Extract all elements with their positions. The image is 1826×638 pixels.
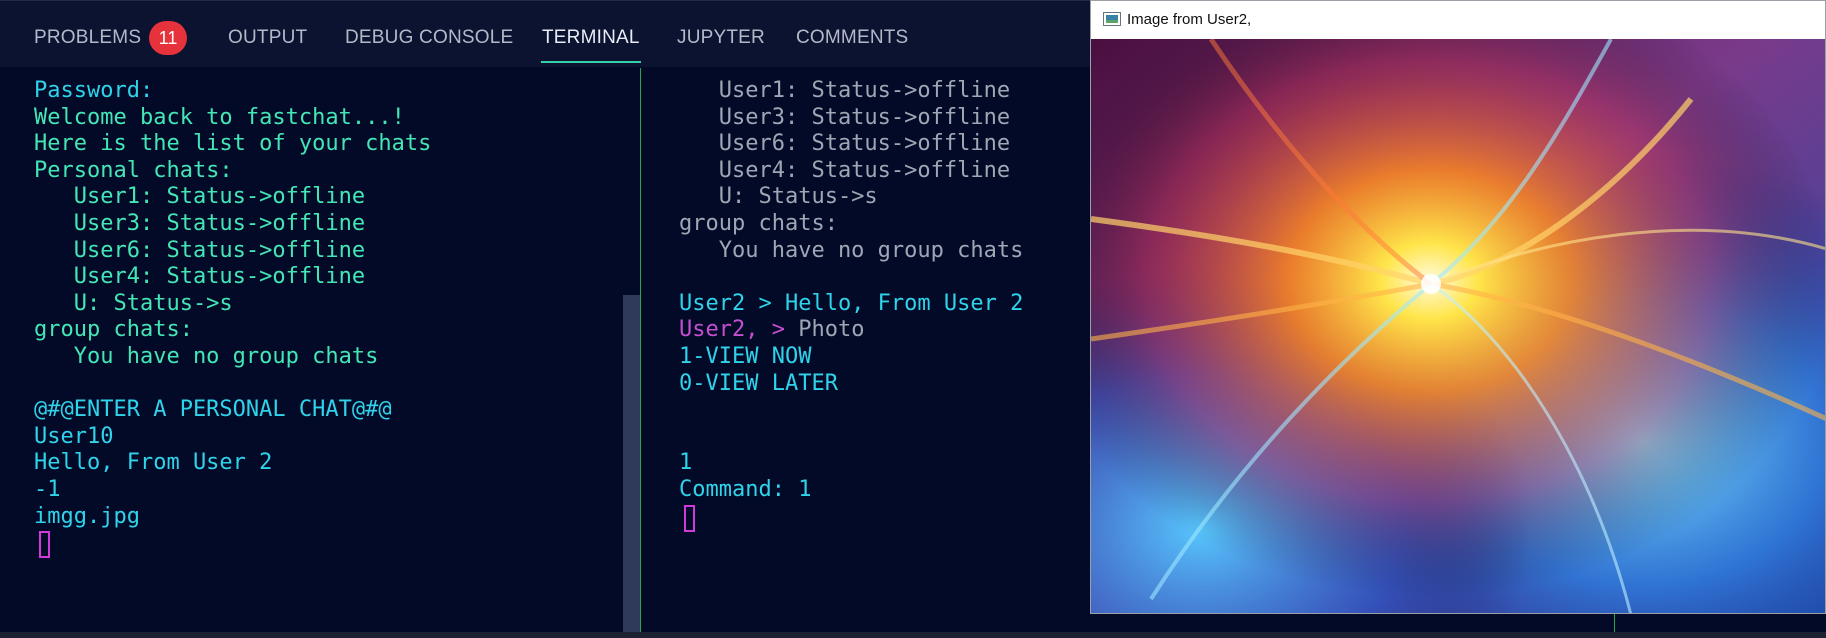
terminal-line: You have no group chats	[34, 344, 379, 369]
tab-comments[interactable]: COMMENTS	[796, 27, 908, 49]
image-window-title: Image from User2,	[1127, 11, 1252, 28]
image-window-titlebar[interactable]: Image from User2,	[1091, 1, 1825, 39]
terminal-line: 0-VIEW LATER	[679, 370, 838, 396]
terminal-line-segment: Photo	[798, 317, 865, 343]
terminal-line: imgg.jpg	[34, 503, 140, 529]
terminal-left-scrollbar[interactable]	[623, 295, 640, 632]
tab-jupyter[interactable]: JUPYTER	[677, 27, 765, 49]
terminal-pane-left[interactable]: Password: Welcome back to fastchat...! Her…	[0, 66, 638, 632]
tab-problems[interactable]: PROBLEMS	[34, 27, 141, 49]
terminal-line: You have no group chats	[679, 237, 1024, 263]
received-photo	[1091, 39, 1825, 613]
problems-count-badge: 11	[149, 21, 187, 55]
terminal-line: Command: 1	[679, 477, 812, 502]
terminal-line: Hello, From User 2	[34, 450, 273, 476]
tab-debug-console[interactable]: DEBUG CONSOLE	[345, 27, 513, 49]
tab-terminal[interactable]: TERMINAL	[541, 27, 641, 63]
status-bar-edge	[0, 632, 1826, 638]
tab-output[interactable]: OUTPUT	[228, 27, 307, 49]
terminal-cursor	[39, 531, 50, 559]
terminal-cursor	[684, 504, 695, 532]
terminal-line-segment: User2, >	[679, 317, 799, 343]
image-viewer-window[interactable]: Image from User2,	[1090, 0, 1826, 614]
terminal-pane-right[interactable]: User1: Status->offline User3: Status->of…	[641, 66, 1091, 632]
app-window-icon	[1103, 12, 1121, 26]
